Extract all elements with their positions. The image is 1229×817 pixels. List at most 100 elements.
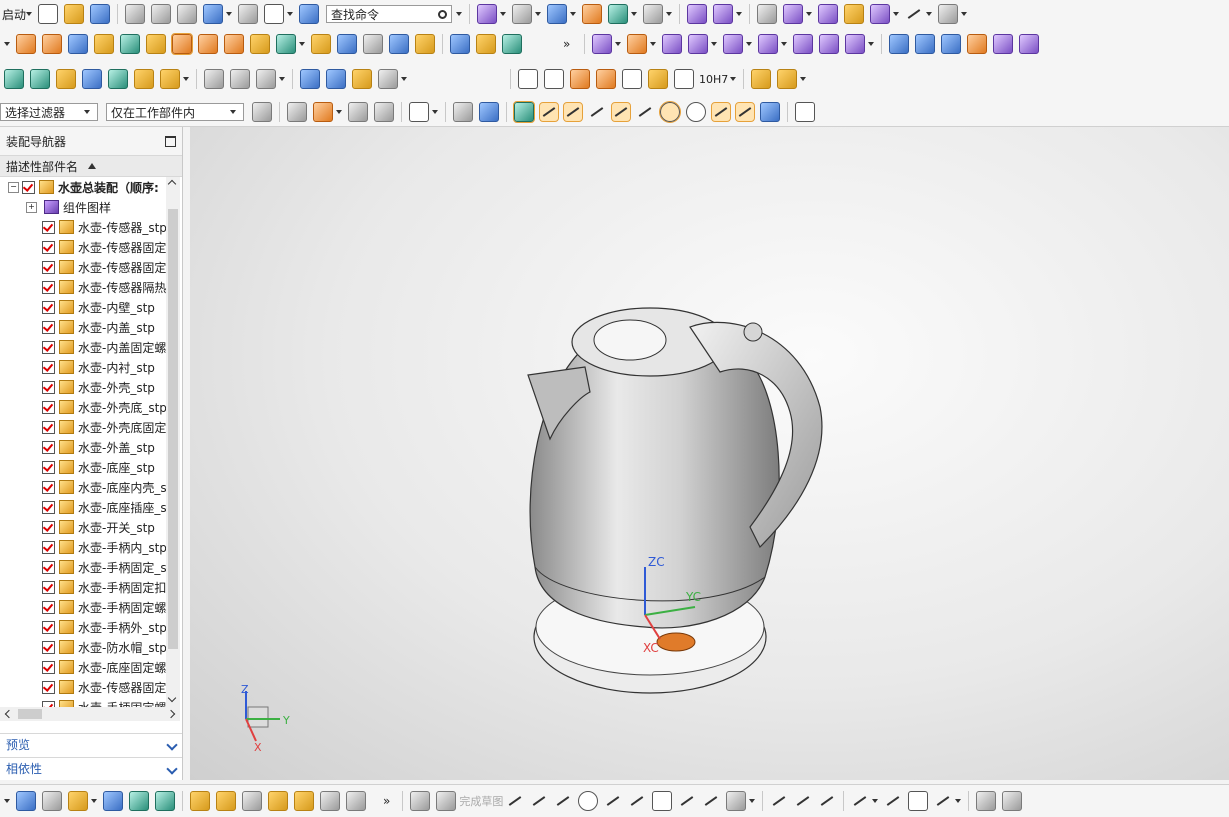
styled-sweep-icon[interactable] [1019, 34, 1040, 54]
curve-rule-icon[interactable] [348, 102, 368, 122]
box-icon[interactable] [450, 34, 470, 54]
through-curves-icon[interactable] [915, 34, 936, 54]
snap-center-icon[interactable] [659, 101, 681, 123]
studio-surface-icon[interactable] [941, 34, 962, 54]
visibility-checkbox[interactable] [22, 180, 35, 194]
chevron-down-icon[interactable] [166, 738, 178, 751]
visibility-checkbox[interactable] [42, 680, 55, 694]
triangle-icon[interactable] [518, 69, 538, 89]
layer-settings-icon[interactable] [757, 4, 778, 24]
exploded-view-icon[interactable] [134, 69, 154, 89]
sequence-dropdown-icon[interactable] [183, 77, 189, 81]
visibility-checkbox[interactable] [42, 440, 55, 454]
interference-dropdown-icon[interactable] [279, 77, 285, 81]
cutting-plane-icon[interactable] [56, 69, 76, 89]
dimension-icon[interactable] [674, 69, 694, 89]
weight-icon[interactable] [268, 791, 288, 811]
more-commands-icon[interactable]: » [383, 794, 390, 808]
section-view-icon[interactable] [608, 4, 629, 24]
grid-icon[interactable] [795, 102, 815, 122]
visibility-checkbox[interactable] [42, 280, 55, 294]
n-sided-surface-icon[interactable] [993, 34, 1014, 54]
selection-filter-select[interactable]: 选择过滤器 [0, 103, 98, 121]
datum-icon[interactable] [570, 69, 590, 89]
reuse-library-icon[interactable] [751, 69, 772, 89]
preview-section[interactable]: 预览 [0, 733, 182, 755]
tree-item[interactable]: 水壶-防水帽_stp [0, 637, 166, 657]
tree-item[interactable]: 水壶-手柄外_stp [0, 617, 166, 637]
intersect-dropdown-icon[interactable] [711, 42, 718, 46]
scroll-up-icon[interactable] [167, 179, 177, 189]
filter-dropdown-icon[interactable] [336, 110, 342, 114]
part-family-icon[interactable] [777, 69, 798, 89]
move-face-dropdown-icon[interactable] [868, 42, 875, 46]
transform-dropdown-icon[interactable] [736, 12, 743, 16]
visibility-checkbox[interactable] [42, 620, 55, 634]
arc-icon[interactable] [554, 792, 572, 810]
render-dropdown-icon[interactable] [535, 12, 542, 16]
tools-icon[interactable] [378, 69, 398, 89]
tree-item[interactable]: 水壶-底座_stp [0, 457, 166, 477]
snap-point-icon[interactable] [711, 102, 731, 122]
constraint-dropdown-icon[interactable] [955, 799, 962, 803]
point-icon[interactable] [702, 792, 720, 810]
replace-face-icon[interactable] [389, 34, 409, 54]
hide-icon[interactable] [844, 4, 865, 24]
line-icon[interactable] [530, 792, 548, 810]
play-icon[interactable] [870, 4, 891, 24]
finish-sketch-icon[interactable] [436, 791, 457, 811]
open-folder-icon[interactable] [64, 4, 85, 24]
polygon-icon[interactable] [678, 792, 696, 810]
edge-blend-icon[interactable] [793, 34, 814, 54]
tree-item[interactable]: 水壶-底座固定螺 [0, 657, 166, 677]
tree-item[interactable]: 水壶-手柄固定螺 [0, 597, 166, 617]
washer-icon[interactable] [352, 69, 372, 89]
tree-item[interactable]: 水壶-底座内壳_s [0, 477, 166, 497]
analysis-dropdown-icon[interactable] [926, 12, 933, 16]
tree-item[interactable]: 水壶-内衬_stp [0, 357, 166, 377]
tree-item[interactable]: 水壶-外壳_stp [0, 377, 166, 397]
arrangement-icon[interactable] [216, 791, 236, 811]
snap-intersection-icon[interactable] [611, 102, 631, 122]
drawing-view-icon[interactable] [596, 69, 616, 89]
extrude-icon[interactable] [16, 34, 36, 54]
wcs-icon[interactable] [783, 4, 804, 24]
visibility-checkbox[interactable] [42, 500, 55, 514]
mirror-icon[interactable] [129, 791, 149, 811]
brush-icon[interactable] [648, 69, 668, 89]
block-icon[interactable] [68, 34, 88, 54]
tree-item[interactable]: 水壶-手柄内_stp [0, 537, 166, 557]
wave-linker-icon[interactable] [204, 69, 224, 89]
tree-item[interactable]: 水壶-传感器_stp [0, 217, 166, 237]
feature-filter-icon[interactable] [313, 102, 333, 122]
visibility-checkbox[interactable] [42, 340, 55, 354]
tree-item[interactable]: 水壶-外盖_stp [0, 437, 166, 457]
snap-quadrant-icon[interactable] [686, 102, 706, 122]
sweep-icon[interactable] [337, 34, 357, 54]
mirror-curve-icon[interactable] [884, 792, 902, 810]
play-dropdown-icon[interactable] [893, 12, 900, 16]
table-icon[interactable] [544, 69, 564, 89]
trim-dropdown-icon[interactable] [781, 42, 788, 46]
column-header[interactable]: 描述性部件名 [0, 155, 182, 177]
window-dropdown-icon[interactable] [287, 12, 294, 16]
visibility-checkbox[interactable] [42, 260, 55, 274]
snap-perpendicular-icon[interactable] [636, 103, 654, 121]
visibility-checkbox[interactable] [42, 640, 55, 654]
assembly-layers-icon[interactable] [30, 69, 50, 89]
render-style-icon[interactable] [512, 4, 533, 24]
subtract-icon[interactable] [662, 34, 683, 54]
tolerance-dropdown-icon[interactable] [730, 77, 737, 81]
tree-item[interactable]: 水壶-内盖固定螺 [0, 337, 166, 357]
tree-item[interactable]: 水壶-底座插座_s [0, 497, 166, 517]
tree-horizontal-scrollbar[interactable] [0, 707, 180, 721]
split-dropdown-icon[interactable] [746, 42, 753, 46]
assembly-filter-icon[interactable] [252, 102, 272, 122]
draft-icon[interactable] [627, 34, 648, 54]
sequence-icon[interactable] [160, 69, 180, 89]
move-object-icon[interactable] [687, 4, 708, 24]
component-properties-icon[interactable] [42, 791, 62, 811]
sketch-settings-icon[interactable] [1002, 791, 1023, 811]
layer-icon[interactable] [582, 4, 603, 24]
bolt-icon[interactable] [320, 791, 340, 811]
